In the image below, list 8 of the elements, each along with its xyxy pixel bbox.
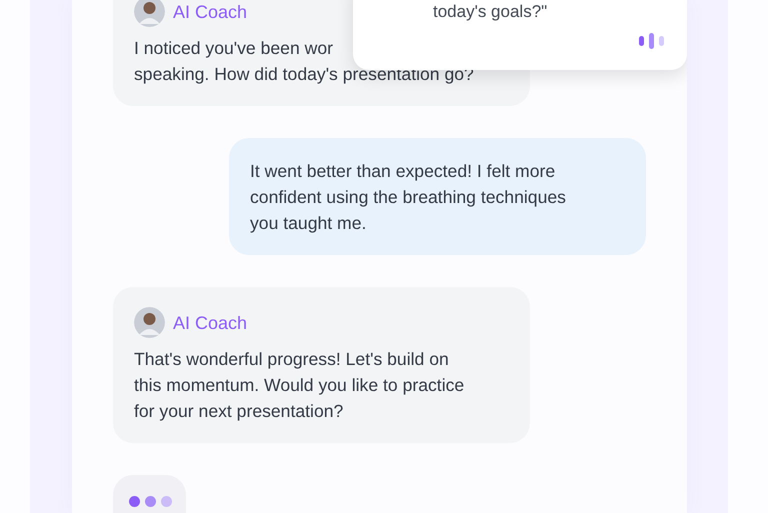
message-text: It went better than expected! I felt more confident using the breathing techniques you taught me. <box>250 160 567 235</box>
message-text: That's wonderful progress! Let's build on this momentum. Would you like to practice for your next presentation? <box>134 348 466 423</box>
sender-name: AI Coach <box>173 312 248 334</box>
typing-dots-icon <box>129 496 172 508</box>
audio-bars-icon <box>639 33 665 49</box>
avatar <box>134 307 165 338</box>
popup-text: today's goals?" <box>433 1 548 23</box>
sender-name: AI Coach <box>173 0 248 24</box>
